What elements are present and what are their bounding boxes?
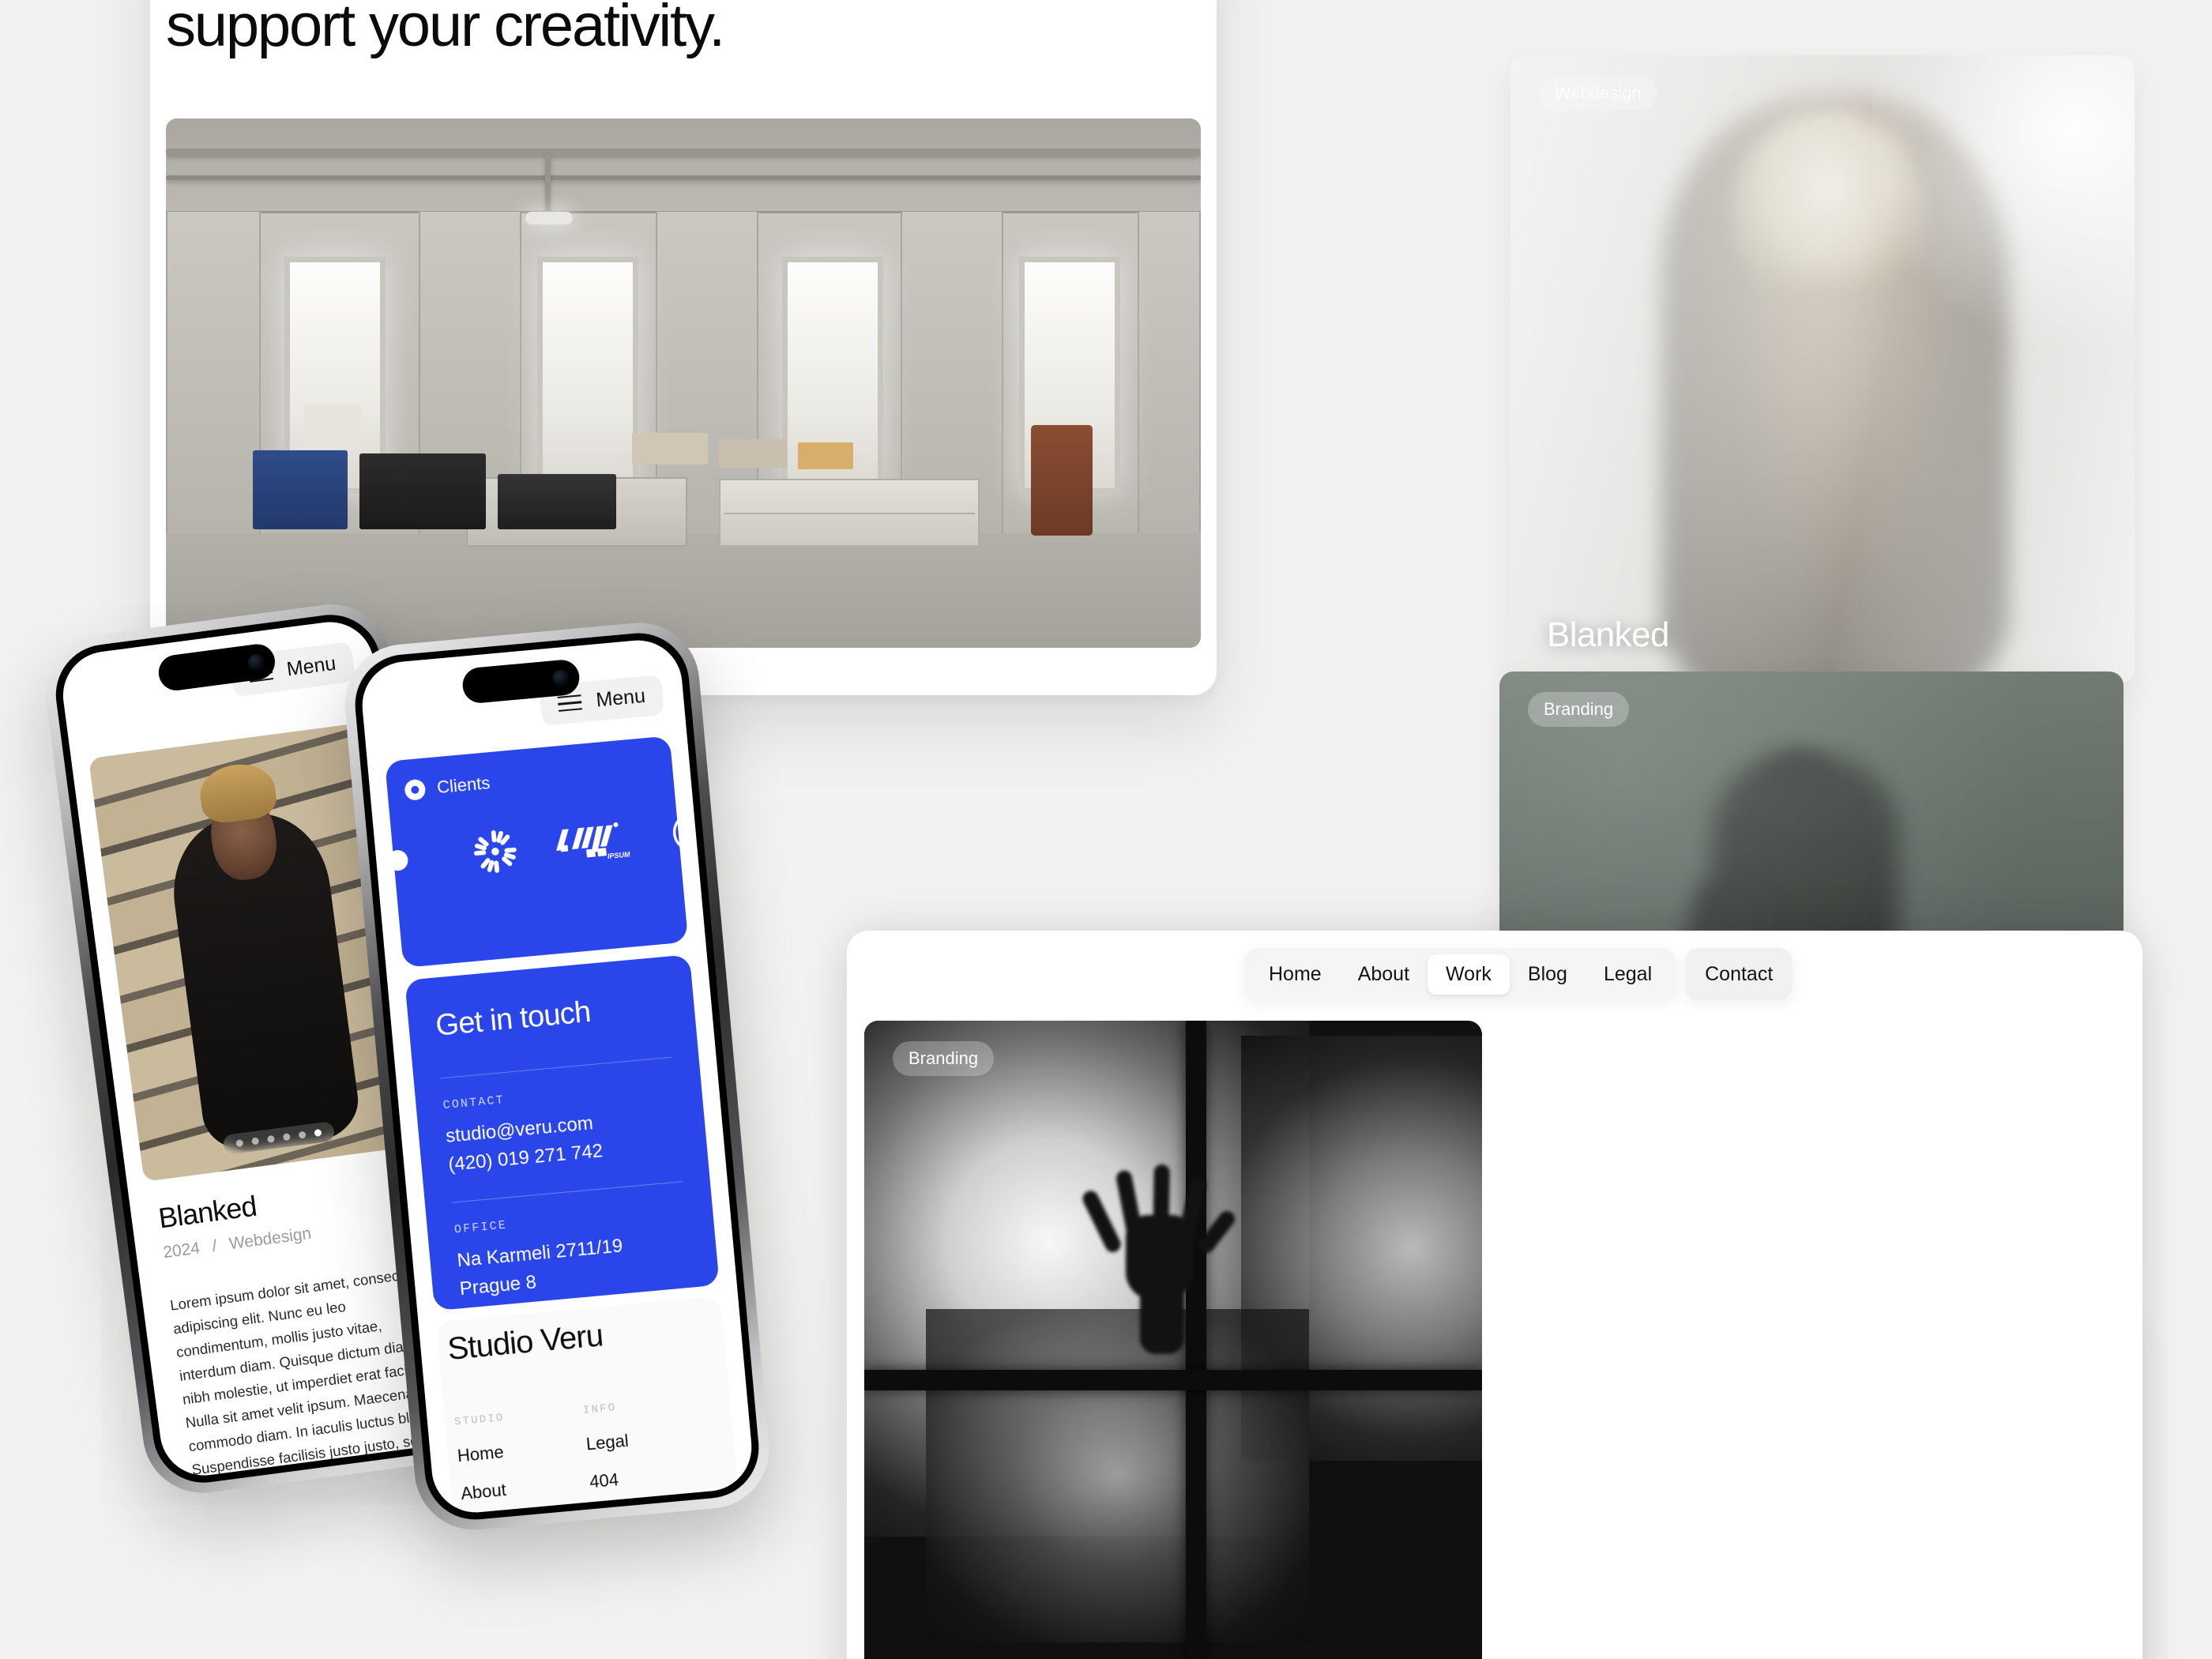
image-highlight: [1872, 55, 2135, 395]
nav-contact-button[interactable]: Contact: [1685, 948, 1793, 1001]
carousel-dot[interactable]: [282, 1133, 291, 1142]
menu-label: Menu: [285, 652, 337, 681]
canvas: We're here to support your creativity.: [0, 0, 2212, 1659]
clients-header: Clients: [404, 773, 491, 801]
clients-card: Clients IPSUM: [384, 735, 689, 969]
floating-navigation: Home About Work Blog Legal Contact: [1244, 948, 1793, 1001]
nav-pill-group: Home About Work Blog Legal: [1244, 948, 1677, 1001]
footer-column-label: INFO: [582, 1401, 618, 1417]
hamburger-icon: [557, 694, 583, 713]
contact-card-title: Get in touch: [434, 995, 592, 1043]
clients-label: Clients: [436, 773, 491, 798]
svg-text:IPSUM: IPSUM: [608, 850, 631, 860]
project-title: Blanked: [1547, 615, 1669, 654]
footer-link-404[interactable]: 404: [589, 1469, 633, 1493]
menu-label: Menu: [595, 684, 647, 712]
work-browser-window: Branding Dark Label: [847, 931, 2142, 1659]
get-in-touch-card: Get in touch CONTACT studio@veru.com (42…: [404, 954, 720, 1311]
meta-separator: /: [211, 1236, 218, 1256]
phone-right-screen: Menu Clients IPSUM Get in touch CONTACT …: [358, 636, 756, 1517]
radio-dot-icon: [404, 778, 427, 801]
carousel-dot-active[interactable]: [314, 1128, 322, 1138]
hand-silhouette: [1080, 1142, 1239, 1354]
client-logo-partial: [385, 841, 438, 878]
footer-link-legal[interactable]: Legal: [585, 1431, 630, 1455]
carousel-dot[interactable]: [251, 1137, 260, 1146]
carousel-dot[interactable]: [266, 1134, 276, 1143]
dark-label-photo: [864, 1021, 1482, 1659]
nav-item-work[interactable]: Work: [1428, 954, 1510, 995]
project-category: Webdesign: [228, 1224, 313, 1254]
divider: [451, 1181, 683, 1203]
hero-browser-card: We're here to support your creativity.: [150, 0, 1217, 695]
footer-column-info: INFO Legal 404: [582, 1401, 633, 1492]
nav-item-home[interactable]: Home: [1251, 954, 1340, 995]
project-card-blanked[interactable]: Webdesign Blanked: [1510, 55, 2135, 683]
page-title: We're here to support your creativity.: [166, 0, 1201, 60]
carousel-dot[interactable]: [235, 1139, 244, 1148]
spiral-loop-logo-icon: [670, 807, 689, 859]
nav-item-legal[interactable]: Legal: [1586, 954, 1670, 995]
site-footer: Studio Veru STUDIO Home About INFO Legal…: [446, 1307, 734, 1504]
footer-column-label: STUDIO: [453, 1411, 506, 1429]
hero-studio-photo: [166, 118, 1201, 648]
studio-illustration: [166, 118, 1201, 648]
footer-column-studio: STUDIO Home About: [453, 1412, 511, 1504]
carousel-dot[interactable]: [298, 1130, 307, 1139]
project-badge: Branding: [1528, 692, 1630, 727]
ipsum-bars-logo-icon: IPSUM: [552, 817, 638, 868]
nav-item-blog[interactable]: Blog: [1510, 954, 1586, 995]
client-logos-row: IPSUM: [385, 811, 689, 886]
featured-project-card[interactable]: Branding Dark Label: [864, 1021, 1482, 1659]
hero-header: We're here to support your creativity.: [150, 0, 1217, 60]
footer-link-home[interactable]: Home: [457, 1442, 509, 1467]
starburst-logo-icon: [470, 826, 520, 876]
featured-project-badge: Branding: [893, 1041, 995, 1076]
divider: [440, 1056, 672, 1079]
project-year: 2024: [162, 1239, 201, 1262]
hero-title-line-2: support your creativity.: [166, 0, 725, 59]
nav-item-about[interactable]: About: [1340, 954, 1428, 995]
project-badge: Webdesign: [1539, 76, 1657, 111]
phone-right-bezel: Menu Clients IPSUM Get in touch CONTACT …: [351, 629, 763, 1524]
